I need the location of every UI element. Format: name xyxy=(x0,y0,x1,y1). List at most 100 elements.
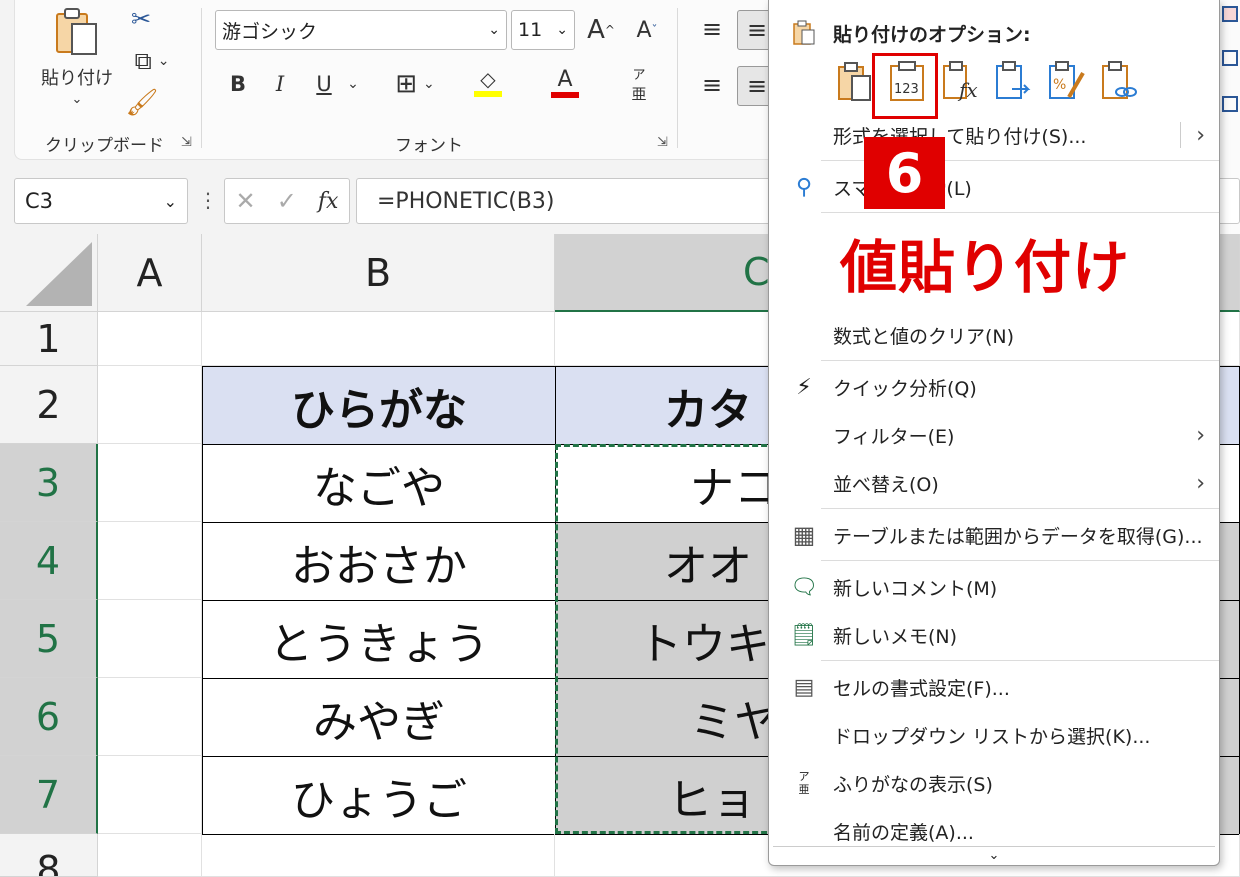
select-all-triangle-icon xyxy=(25,241,92,306)
annotation-caption: 値貼り付け xyxy=(840,235,1130,301)
paste-special-item[interactable]: 形式を選択して貼り付け(S)... › xyxy=(769,112,1219,158)
sort-item[interactable]: 並べ替え(O) › xyxy=(769,460,1219,506)
name-box[interactable]: C3 ⌄ xyxy=(14,178,188,224)
insert-cells-icon[interactable] xyxy=(1222,6,1238,22)
menu-separator xyxy=(821,212,1219,213)
font-size-combo[interactable]: 11 ⌄ xyxy=(511,10,575,50)
filter-item[interactable]: フィルター(E) › xyxy=(769,412,1219,458)
paste-transpose-icon[interactable] xyxy=(994,58,1034,104)
chevron-right-icon: › xyxy=(1196,122,1205,148)
cell-a8[interactable] xyxy=(98,834,202,877)
select-all-corner[interactable] xyxy=(0,234,98,312)
clipboard-dialog-launcher-icon[interactable]: ⇲ xyxy=(181,135,192,150)
menu-separator xyxy=(821,660,1219,661)
new-comment-icon: 🗨 xyxy=(790,574,818,600)
chevron-down-icon[interactable]: ⌄ xyxy=(72,92,83,107)
chevron-down-icon: ⌄ xyxy=(163,191,177,211)
formula-buttons: ✕ ✓ fx xyxy=(224,178,350,224)
copy-marquee xyxy=(555,444,785,834)
quick-analysis-item[interactable]: ⚡ クイック分析(Q) xyxy=(769,364,1219,410)
show-phonetic-item[interactable]: ア 亜 ふりがなの表示(S) xyxy=(769,760,1219,806)
cut-icon[interactable]: ✂ xyxy=(127,4,155,34)
chevron-down-icon: ⌄ xyxy=(556,22,568,38)
cell-b2[interactable]: ひらがな xyxy=(202,366,556,445)
font-color-icon[interactable]: A xyxy=(533,62,597,102)
row-header-1[interactable]: 1 xyxy=(0,312,98,366)
fill-color-icon[interactable]: ◇ xyxy=(455,62,521,102)
context-menu: 貼り付けのオプション: 123 fx % 形式を選択して貼り付け(S)... ›… xyxy=(768,0,1220,866)
cell-a5[interactable] xyxy=(98,600,202,678)
paste-label: 貼り付け xyxy=(41,67,113,89)
column-header-b[interactable]: B xyxy=(202,234,555,312)
cell-a1[interactable] xyxy=(98,312,202,366)
paste-icon[interactable] xyxy=(835,58,875,104)
group-separator xyxy=(677,8,678,148)
format-painter-icon[interactable]: 🖌 xyxy=(125,86,159,120)
font-dialog-launcher-icon[interactable]: ⇲ xyxy=(657,135,668,150)
cell-b4[interactable]: おおさか xyxy=(202,522,556,601)
row-header-8[interactable]: 8 xyxy=(0,834,98,877)
clear-formulas-values-item[interactable]: 数式と値のクリア(N) xyxy=(769,312,1219,358)
pick-from-dropdown-item[interactable]: ドロップダウン リストから選択(K)... xyxy=(769,712,1219,758)
phonetic-guide-icon[interactable]: ア 亜 xyxy=(609,64,669,104)
clipboard-icon xyxy=(789,18,819,48)
delete-cells-icon[interactable] xyxy=(1222,50,1238,66)
menu-separator xyxy=(821,508,1219,509)
row-header-6[interactable]: 6 xyxy=(0,678,98,756)
row-header-2[interactable]: 2 xyxy=(0,366,98,444)
cell-a6[interactable] xyxy=(98,678,202,756)
row-header-3[interactable]: 3 xyxy=(0,444,98,522)
paste-button[interactable]: 貼り付け ⌄ xyxy=(37,4,117,108)
underline-button[interactable]: U xyxy=(309,66,339,102)
new-comment-item[interactable]: 🗨 新しいコメント(M) xyxy=(769,564,1219,610)
chevron-right-icon: › xyxy=(1196,470,1205,496)
chevron-down-icon[interactable]: ⌄ xyxy=(345,66,361,102)
chevron-down-icon: ⌄ xyxy=(988,848,1000,863)
cell-b7[interactable]: ひょうご xyxy=(202,756,556,835)
svg-text:%: % xyxy=(1053,77,1066,93)
copy-icon[interactable]: ⧉ ⌄ xyxy=(123,44,181,78)
borders-icon[interactable]: ⊞ ⌄ xyxy=(383,66,447,102)
format-cells-item[interactable]: ▤ セルの書式設定(F)... xyxy=(769,664,1219,710)
cell-b6[interactable]: みやぎ xyxy=(202,678,556,757)
align-top-icon[interactable]: ≡ xyxy=(695,12,729,46)
smart-lookup-item[interactable]: ⚲ スマート検索(L) xyxy=(769,164,1219,210)
cell-a3[interactable] xyxy=(98,444,202,522)
italic-button[interactable]: I xyxy=(265,66,295,102)
new-note-icon: 🗒 xyxy=(790,622,818,648)
bold-button[interactable]: B xyxy=(223,66,253,102)
row-header-7[interactable]: 7 xyxy=(0,756,98,834)
paste-values-highlight xyxy=(872,53,938,119)
cell-a4[interactable] xyxy=(98,522,202,600)
paste-formatting-icon[interactable]: % xyxy=(1047,58,1087,104)
cell-b1[interactable] xyxy=(202,312,555,366)
cell-a7[interactable] xyxy=(98,756,202,834)
format-cells-icon: ▤ xyxy=(793,674,815,700)
format-cells-icon[interactable] xyxy=(1222,96,1238,112)
enter-icon[interactable]: ✓ xyxy=(277,187,297,215)
shrink-font-button[interactable]: Aˇ xyxy=(631,10,663,50)
quick-analysis-icon: ⚡ xyxy=(796,374,812,400)
row-header-5[interactable]: 5 xyxy=(0,600,98,678)
row-header-4[interactable]: 4 xyxy=(0,522,98,600)
new-note-item[interactable]: 🗒 新しいメモ(N) xyxy=(769,612,1219,658)
grow-font-button[interactable]: A ^ xyxy=(585,10,617,50)
paste-link-icon[interactable] xyxy=(1100,58,1140,104)
cell-b8[interactable] xyxy=(202,834,555,877)
chevron-down-icon: ⌄ xyxy=(488,22,500,38)
insert-function-icon[interactable]: fx xyxy=(318,189,339,214)
align-left-icon[interactable]: ≡ xyxy=(695,68,729,102)
cell-a2[interactable] xyxy=(98,366,202,444)
cancel-icon[interactable]: ✕ xyxy=(236,187,256,215)
menu-scroll-down[interactable]: ⌄ xyxy=(773,846,1215,864)
column-header-a[interactable]: A xyxy=(98,234,202,312)
svg-text:fx: fx xyxy=(957,78,978,102)
more-options-icon[interactable]: ⋮ xyxy=(198,188,218,212)
step-badge: 6 xyxy=(864,137,945,209)
clipboard-icon xyxy=(56,7,97,55)
paste-formulas-icon[interactable]: fx xyxy=(941,58,981,104)
cell-b5[interactable]: とうきょう xyxy=(202,600,556,679)
get-data-item[interactable]: ▦ テーブルまたは範囲からデータを取得(G)... xyxy=(769,512,1219,558)
font-name-combo[interactable]: 游ゴシック ⌄ xyxy=(215,10,507,50)
cell-b3[interactable]: なごや xyxy=(202,444,556,523)
